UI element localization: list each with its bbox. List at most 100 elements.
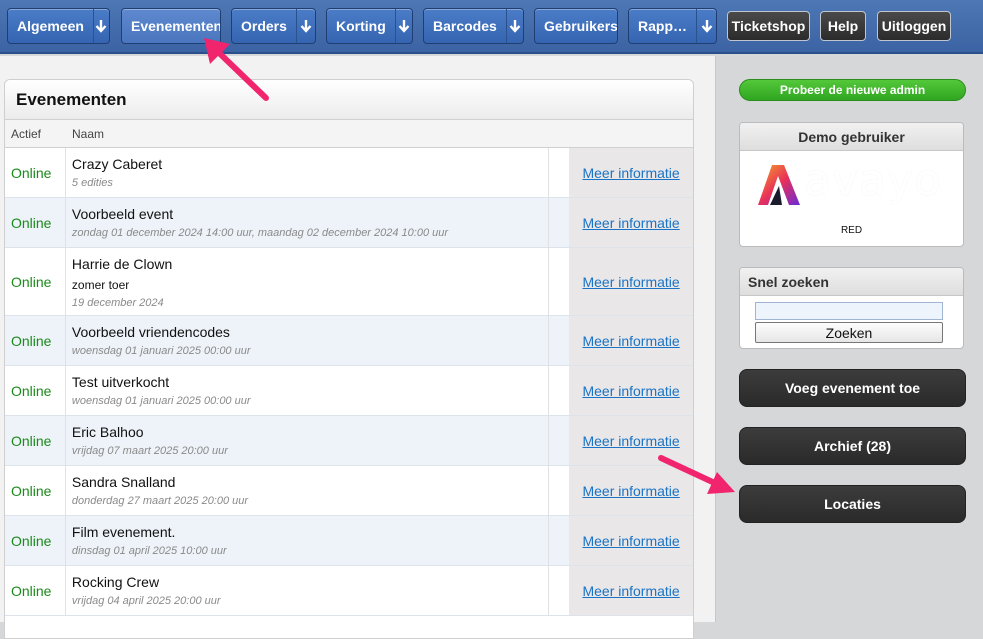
status-label: Online <box>5 148 66 197</box>
nav-rapportages[interactable]: Rapp… <box>628 8 717 44</box>
ticketshop-button[interactable]: Ticketshop <box>727 11 810 41</box>
event-name: Film evenement. <box>71 524 176 540</box>
table-row: Online Test uitverkocht woensdag 01 januar… <box>5 366 693 416</box>
more-info-cell: Meer informatie <box>569 198 693 247</box>
status-label: Online <box>5 198 66 247</box>
status-label: Online <box>5 516 66 565</box>
chevron-down-icon[interactable] <box>696 9 716 43</box>
status-label: Online <box>5 416 66 465</box>
event-name: Crazy Caberet <box>71 156 163 172</box>
event-date: woensdag 01 januari 2025 00:00 uur <box>71 395 251 407</box>
main-content: Evenementen Actief Naam Online Crazy Cabe… <box>0 56 716 639</box>
nav-algemeen[interactable]: Algemeen <box>7 8 110 44</box>
more-info-cell: Meer informatie <box>569 248 693 315</box>
demo-user-box: Demo gebruiker avayo RED <box>739 122 964 247</box>
event-date: 5 edities <box>71 177 113 189</box>
avayo-logo-icon <box>758 165 800 205</box>
chevron-down-icon[interactable] <box>92 9 109 43</box>
status-label: Online <box>5 316 66 365</box>
locations-button[interactable]: Locaties <box>739 485 966 523</box>
quick-search-input[interactable] <box>755 302 943 320</box>
status-label: Online <box>5 366 66 415</box>
event-name-cell: Sandra Snalland donderdag 27 maart 2025 2… <box>66 466 550 515</box>
more-info-cell: Meer informatie <box>569 148 693 197</box>
event-name: Voorbeeld event <box>71 206 174 222</box>
chevron-down-icon[interactable] <box>505 9 523 43</box>
event-name: Rocking Crew <box>71 574 160 590</box>
table-row: Online Rocking Crew vrijdag 04 april 2025 … <box>5 566 693 616</box>
event-date: dinsdag 01 april 2025 10:00 uur <box>71 545 227 557</box>
table-row: Online Voorbeeld event zondag 01 december … <box>5 198 693 248</box>
status-label: Online <box>5 466 66 515</box>
event-name: Eric Balhoo <box>71 424 144 440</box>
table-row: Online Sandra Snalland donderdag 27 maart … <box>5 466 693 516</box>
status-label: Online <box>5 566 66 615</box>
row-spacer <box>549 566 569 615</box>
row-spacer <box>549 466 569 515</box>
page-title: Evenementen <box>5 80 693 120</box>
event-date: zondag 01 december 2024 14:00 uur, maand… <box>71 227 449 239</box>
table-row: Online Film evenement. dinsdag 01 april 20… <box>5 516 693 566</box>
more-info-cell: Meer informatie <box>569 566 693 615</box>
status-label: Online <box>5 248 66 315</box>
archive-button[interactable]: Archief (28) <box>739 427 966 465</box>
event-date: vrijdag 07 maart 2025 20:00 uur <box>71 445 228 457</box>
event-name-cell: Voorbeeld event zondag 01 december 2024 1… <box>66 198 550 247</box>
more-info-link[interactable]: Meer informatie <box>582 165 679 181</box>
annotation-arrow-icon <box>204 38 269 101</box>
more-info-cell: Meer informatie <box>569 316 693 365</box>
event-name-cell: Film evenement. dinsdag 01 april 2025 10:… <box>66 516 550 565</box>
row-spacer <box>549 148 569 197</box>
help-button[interactable]: Help <box>820 11 866 41</box>
event-name-cell: Rocking Crew vrijdag 04 april 2025 20:00 … <box>66 566 550 615</box>
nav-korting[interactable]: Korting <box>326 8 413 44</box>
top-navigation-bar: Algemeen Evenementen Orders Korting Barc… <box>0 0 983 54</box>
more-info-cell: Meer informatie <box>569 366 693 415</box>
row-spacer <box>549 316 569 365</box>
more-info-link[interactable]: Meer informatie <box>582 533 679 549</box>
more-info-link[interactable]: Meer informatie <box>582 215 679 231</box>
nav-rapportages-label: Rapp… <box>638 18 687 34</box>
nav-gebruikers[interactable]: Gebruikers <box>534 8 618 44</box>
column-header-naam: Naam <box>72 126 105 141</box>
row-spacer <box>549 366 569 415</box>
event-name-cell: Harrie de Clown zomer toer 19 december 202… <box>66 248 550 315</box>
event-name-cell: Crazy Caberet 5 edities <box>66 148 550 197</box>
quick-search-title: Snel zoeken <box>740 268 963 296</box>
event-name-cell: Test uitverkocht woensdag 01 januari 2025… <box>66 366 550 415</box>
more-info-link[interactable]: Meer informatie <box>582 383 679 399</box>
more-info-link[interactable]: Meer informatie <box>582 433 679 449</box>
event-date: donderdag 27 maart 2025 20:00 uur <box>71 495 249 507</box>
chevron-down-icon[interactable] <box>295 9 315 43</box>
try-new-admin-button[interactable]: Probeer de nieuwe admin <box>739 79 966 101</box>
chevron-down-icon[interactable] <box>394 9 412 43</box>
table-header: Actief Naam <box>5 120 693 148</box>
table-row: Online Voorbeeld vriendencodes woensdag 01… <box>5 316 693 366</box>
row-spacer <box>549 416 569 465</box>
row-spacer <box>549 248 569 315</box>
more-info-link[interactable]: Meer informatie <box>582 333 679 349</box>
logo-caption: RED <box>840 225 863 236</box>
event-name-cell: Voorbeeld vriendencodes woensdag 01 janua… <box>66 316 550 365</box>
nav-gebruikers-label: Gebruikers <box>544 18 618 34</box>
event-name: Sandra Snalland <box>71 474 176 490</box>
search-button[interactable]: Zoeken <box>755 322 943 343</box>
more-info-link[interactable]: Meer informatie <box>582 583 679 599</box>
table-row: Online Crazy Caberet 5 edities Meer informa… <box>5 148 693 198</box>
nav-barcodes[interactable]: Barcodes <box>423 8 524 44</box>
nav-algemeen-label: Algemeen <box>17 18 84 34</box>
column-header-actief: Actief <box>11 126 42 141</box>
event-name: Harrie de Clown <box>71 256 173 272</box>
add-event-button[interactable]: Voeg evenement toe <box>739 369 966 407</box>
event-date: vrijdag 04 april 2025 20:00 uur <box>71 595 221 607</box>
event-date: 19 december 2024 <box>71 297 164 309</box>
event-name: Voorbeeld vriendencodes <box>71 324 230 340</box>
event-name-cell: Eric Balhoo vrijdag 07 maart 2025 20:00 u… <box>66 416 550 465</box>
table-row: Online Harrie de Clown zomer toer 19 decemb… <box>5 248 693 316</box>
more-info-link[interactable]: Meer informatie <box>582 274 679 290</box>
more-info-cell: Meer informatie <box>569 516 693 565</box>
nav-barcodes-label: Barcodes <box>433 18 497 34</box>
table-row: Online Eric Balhoo vrijdag 07 maart 2025 2… <box>5 416 693 466</box>
logout-button[interactable]: Uitloggen <box>877 11 951 41</box>
nav-korting-label: Korting <box>336 18 386 34</box>
